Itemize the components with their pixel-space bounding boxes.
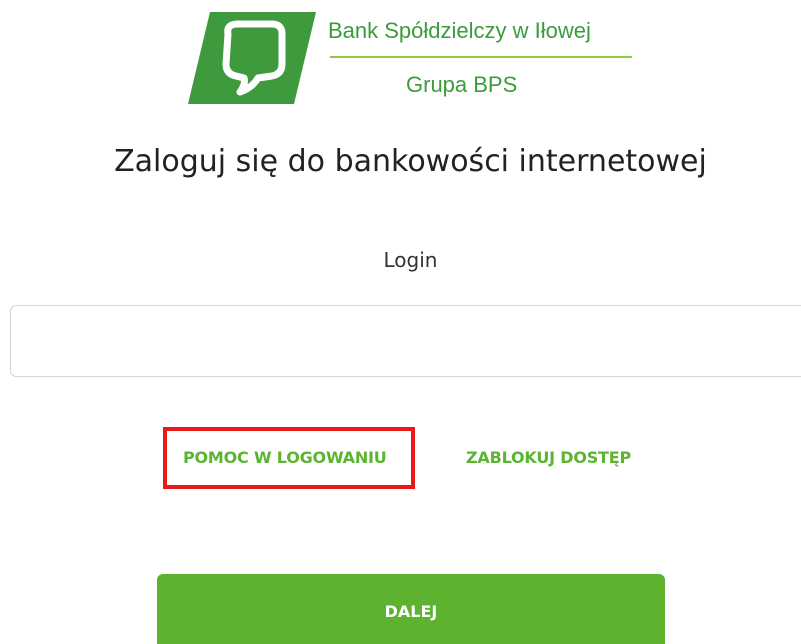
logo-divider (330, 56, 632, 58)
bank-group-name: Grupa BPS (406, 72, 518, 97)
bank-name: Bank Spółdzielczy w Iłowej (328, 18, 591, 43)
bank-logo-mark-icon (188, 12, 316, 104)
next-button[interactable]: DALEJ (157, 574, 665, 644)
login-page: Bank Spółdzielczy w Iłowej Grupa BPS Zal… (0, 0, 801, 644)
bank-logo: Bank Spółdzielczy w Iłowej Grupa BPS (188, 8, 648, 104)
login-help-link[interactable]: POMOC W LOGOWANIU (183, 448, 387, 467)
login-label: Login (383, 248, 438, 272)
page-title: Zaloguj się do bankowości internetowej (114, 144, 707, 179)
login-input[interactable] (10, 305, 801, 377)
block-access-link[interactable]: ZABLOKUJ DOSTĘP (466, 448, 631, 467)
